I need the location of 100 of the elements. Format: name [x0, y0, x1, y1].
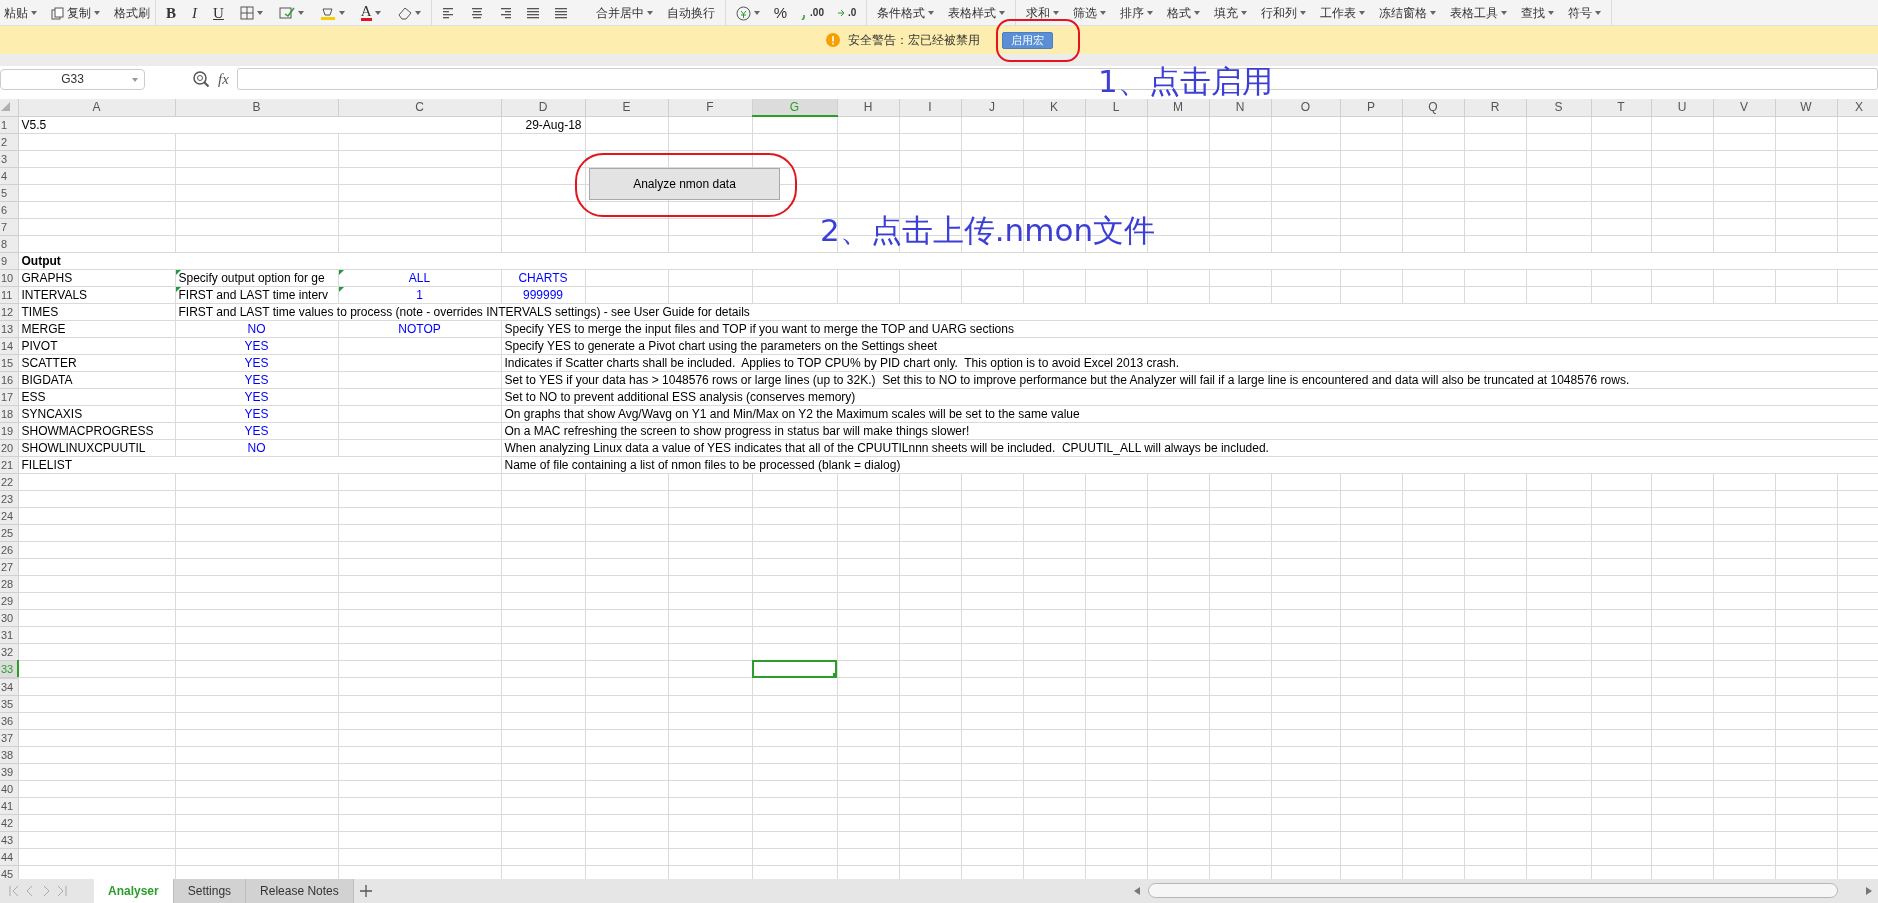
name-box[interactable]: G33	[0, 68, 145, 90]
toolbar-button[interactable]: B	[166, 6, 176, 20]
toolbar-button[interactable]: 查找	[1521, 6, 1555, 20]
column-header[interactable]: E	[585, 99, 668, 116]
sheet-tab[interactable]: Release Notes	[246, 879, 354, 903]
align-icon	[553, 6, 568, 20]
table-cell: On graphs that show Avg/Wavg on Y1 and Min/Max on Y2 the Maximum scales will be set to the same value	[501, 405, 1878, 422]
align-button[interactable]	[469, 6, 484, 20]
toolbar-button[interactable]: 筛选	[1073, 6, 1107, 20]
toolbar-button[interactable]: U	[213, 6, 224, 20]
currency-button[interactable]	[735, 5, 760, 21]
table-cell: FILELIST	[18, 456, 501, 473]
toolbar-button[interactable]: 符号	[1568, 6, 1602, 20]
toolbar-button[interactable]: A	[360, 5, 381, 21]
borders-button[interactable]	[239, 6, 263, 20]
column-header[interactable]: N	[1209, 99, 1271, 116]
column-header[interactable]: V	[1713, 99, 1775, 116]
scroll-left-icon[interactable]	[1134, 887, 1140, 895]
table-cell: YES	[175, 354, 338, 371]
eraser-button[interactable]	[396, 6, 421, 20]
toolbar-button[interactable]: I	[192, 6, 197, 20]
align-icon	[525, 6, 540, 20]
column-header[interactable]: K	[1023, 99, 1085, 116]
table-cell: YES	[175, 422, 338, 439]
toolbar-button[interactable]: 填充	[1214, 6, 1248, 20]
toolbar-button[interactable]: 格式刷	[114, 6, 150, 20]
table-cell: CHARTS	[501, 269, 585, 286]
align-button[interactable]	[553, 6, 568, 20]
fx-label[interactable]: fx	[218, 67, 229, 91]
table-cell: YES	[175, 388, 338, 405]
cell-style-icon	[278, 6, 295, 20]
align-icon	[469, 6, 484, 20]
zoom-icon[interactable]	[192, 70, 210, 88]
toolbar-button[interactable]: %	[773, 6, 788, 20]
fill-color-button[interactable]	[319, 5, 345, 21]
column-header[interactable]: I	[899, 99, 961, 116]
table-cell: NO	[175, 320, 338, 337]
column-header[interactable]: M	[1147, 99, 1209, 116]
toolbar-button[interactable]: 自动换行	[666, 6, 715, 20]
paint-bucket-icon	[319, 5, 336, 21]
sheet-tab[interactable]: Analyser	[94, 879, 174, 903]
column-header[interactable]: O	[1271, 99, 1340, 116]
arrow-icon	[837, 9, 845, 17]
table-cell: SHOWMACPROGRESS	[18, 422, 175, 439]
table-cell: Specify YES to merge the input files and TOP if you want to merge the TOP and UARG sections	[501, 320, 1878, 337]
toolbar-button[interactable]: .00	[801, 6, 824, 20]
column-header[interactable]: J	[961, 99, 1023, 116]
column-header[interactable]: H	[837, 99, 899, 116]
column-header[interactable]: Q	[1402, 99, 1464, 116]
align-button[interactable]	[441, 6, 456, 20]
table-cell: BIGDATA	[18, 371, 175, 388]
analyze-button[interactable]: Analyze nmon data	[589, 168, 780, 200]
toolbar-button[interactable]: 粘贴	[4, 6, 37, 20]
annotation-text: 1、点击启用	[1098, 63, 1273, 99]
toolbar-button[interactable]: 行和列	[1261, 6, 1307, 20]
coin-icon	[735, 5, 751, 21]
column-header[interactable]: T	[1591, 99, 1651, 116]
toolbar-button[interactable]: 表格工具	[1450, 6, 1508, 20]
table-cell: YES	[175, 405, 338, 422]
horizontal-scrollbar[interactable]	[1148, 883, 1838, 898]
column-header[interactable]: S	[1526, 99, 1591, 116]
table-cell: YES	[175, 337, 338, 354]
table-cell: INTERVALS	[18, 286, 175, 303]
align-button[interactable]	[525, 6, 540, 20]
table-cell: Output	[18, 252, 1878, 269]
column-header[interactable]: F	[668, 99, 752, 116]
table-cell: On a MAC refreshing the screen to show progress in status bar will make things slower!	[501, 422, 1878, 439]
column-header[interactable]: C	[338, 99, 501, 116]
annotation-text: 2、点击上传.nmon文件	[820, 212, 1156, 248]
column-header[interactable]: L	[1085, 99, 1147, 116]
toolbar-button[interactable]: 复制	[51, 6, 100, 20]
scroll-right-icon[interactable]	[1866, 887, 1872, 895]
column-header[interactable]: B	[175, 99, 338, 116]
toolbar-button[interactable]: 排序	[1120, 6, 1154, 20]
toolbar-button[interactable]: .0	[837, 6, 857, 20]
column-header[interactable]: R	[1464, 99, 1526, 116]
toolbar-button[interactable]: 格式	[1167, 6, 1201, 20]
column-header[interactable]: W	[1775, 99, 1837, 116]
table-cell: Name of file containing a list of nmon files to be processed (blank = dialog)	[501, 456, 1878, 473]
security-warning-text: 安全警告：宏已经被禁用	[847, 32, 980, 49]
fill-button[interactable]	[278, 6, 304, 20]
column-header[interactable]: A	[18, 99, 175, 116]
sheet-tab[interactable]: Settings	[173, 879, 247, 903]
table-cell: ALL	[338, 269, 501, 286]
toolbar-button[interactable]: 合并居中	[595, 6, 653, 20]
toolbar-button[interactable]: 条件格式	[877, 6, 935, 20]
column-header[interactable]: U	[1651, 99, 1713, 116]
warning-icon	[825, 33, 840, 47]
column-header[interactable]: X	[1837, 99, 1878, 116]
eraser-icon	[396, 6, 412, 20]
table-cell: YES	[175, 371, 338, 388]
column-header[interactable]: D	[501, 99, 585, 116]
toolbar-button[interactable]: 冻结窗格	[1379, 6, 1437, 20]
toolbar-button[interactable]: 求和	[1026, 6, 1060, 20]
toolbar-button[interactable]: 表格样式	[948, 6, 1006, 20]
active-cell[interactable]	[752, 660, 837, 678]
toolbar-button[interactable]: 工作表	[1320, 6, 1366, 20]
add-sheet-icon[interactable]	[359, 885, 372, 897]
column-header[interactable]: P	[1340, 99, 1402, 116]
table-cell: When analyzing Linux data a value of YES indicates that all of the CPUUTILnnn sheets will be included. CPUUTIL_ALL will always be included.	[501, 439, 1878, 456]
